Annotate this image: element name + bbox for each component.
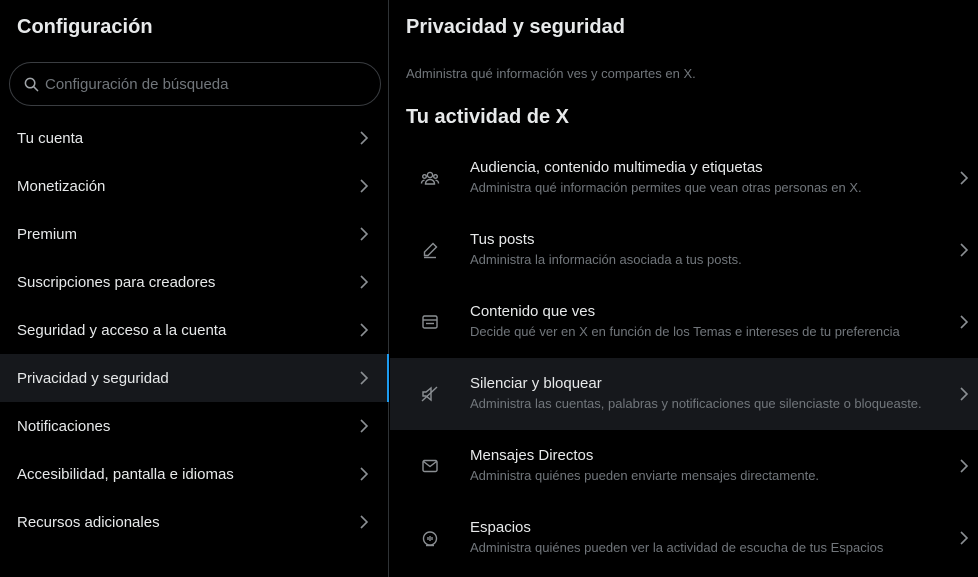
option-mensajes[interactable]: Mensajes Directos Administra quiénes pue… (390, 430, 978, 502)
sidebar-item-label: Premium (17, 225, 78, 243)
sidebar-item-tu-cuenta[interactable]: Tu cuenta (0, 114, 388, 162)
option-silenciar[interactable]: Silenciar y bloquear Administra las cuen… (390, 358, 978, 430)
mute-icon (421, 386, 438, 402)
chevron-right-icon (960, 171, 969, 185)
spaces-icon (422, 531, 438, 547)
sidebar-item-notificaciones[interactable]: Notificaciones (0, 402, 388, 450)
chevron-right-icon (360, 515, 369, 529)
settings-title: Configuración (17, 16, 153, 38)
sidebar-item-privacidad[interactable]: Privacidad y seguridad (0, 354, 389, 402)
sidebar-item-label: Seguridad y acceso a la cuenta (17, 321, 227, 339)
content-card-icon (422, 315, 438, 329)
option-espacios[interactable]: Espacios Administra quiénes pueden ver l… (390, 502, 978, 574)
sidebar-item-label: Monetización (17, 177, 106, 195)
people-icon (420, 171, 440, 185)
option-tus-posts[interactable]: Tus posts Administra la información asoc… (390, 214, 978, 286)
chevron-right-icon (960, 243, 969, 257)
chevron-right-icon (960, 531, 969, 545)
sidebar-item-label: Notificaciones (17, 417, 111, 435)
sidebar-item-accesibilidad[interactable]: Accesibilidad, pantalla e idiomas (0, 450, 388, 498)
sidebar-item-label: Suscripciones para creadores (17, 273, 216, 291)
sidebar-item-seguridad[interactable]: Seguridad y acceso a la cuenta (0, 306, 388, 354)
search-input[interactable]: Configuración de búsqueda (9, 62, 381, 106)
chevron-right-icon (360, 275, 369, 289)
sidebar-item-label: Tu cuenta (17, 129, 84, 147)
option-title: Silenciar y bloquear (470, 375, 602, 392)
chevron-right-icon (360, 467, 369, 481)
chevron-right-icon (960, 315, 969, 329)
chevron-right-icon (360, 179, 369, 193)
sidebar-item-label: Recursos adicionales (17, 513, 160, 531)
chevron-right-icon (360, 131, 369, 145)
option-subtitle: Decide qué ver en X en función de los Te… (470, 324, 900, 339)
sidebar-item-label: Privacidad y seguridad (17, 369, 169, 387)
chevron-right-icon (360, 227, 369, 241)
option-audiencia[interactable]: Audiencia, contenido multimedia y etique… (390, 142, 978, 214)
chevron-right-icon (960, 387, 969, 401)
sidebar-item-monetizacion[interactable]: Monetización (0, 162, 388, 210)
option-title: Contenido que ves (470, 303, 596, 320)
page-title: Privacidad y seguridad (406, 16, 625, 38)
page-description: Administra qué información ves y compart… (406, 66, 696, 81)
option-title: Espacios (470, 519, 531, 536)
section-title: Tu actividad de X (406, 106, 569, 128)
envelope-icon (422, 459, 438, 473)
sidebar-item-recursos[interactable]: Recursos adicionales (0, 498, 388, 546)
chevron-right-icon (360, 323, 369, 337)
search-placeholder: Configuración de búsqueda (45, 75, 229, 93)
option-subtitle: Administra las cuentas, palabras y notif… (470, 396, 922, 411)
option-subtitle: Administra la información asociada a tus… (470, 252, 742, 267)
option-title: Mensajes Directos (470, 447, 594, 464)
sidebar-item-suscripciones[interactable]: Suscripciones para creadores (0, 258, 388, 306)
sidebar-item-label: Accesibilidad, pantalla e idiomas (17, 465, 234, 483)
settings-sidebar: Configuración Configuración de búsqueda … (0, 0, 389, 577)
pencil-icon (423, 242, 438, 259)
search-icon (24, 77, 39, 91)
option-title: Audiencia, contenido multimedia y etique… (470, 159, 763, 176)
chevron-right-icon (360, 419, 369, 433)
sidebar-item-premium[interactable]: Premium (0, 210, 388, 258)
privacy-panel: Privacidad y seguridad Administra qué in… (390, 0, 978, 577)
chevron-right-icon (960, 459, 969, 473)
option-title: Tus posts (470, 231, 535, 248)
option-subtitle: Administra quiénes pueden enviarte mensa… (470, 468, 820, 483)
chevron-right-icon (360, 371, 369, 385)
option-subtitle: Administra quiénes pueden ver la activid… (470, 540, 884, 555)
option-subtitle: Administra qué información permites que … (470, 180, 862, 195)
option-contenido[interactable]: Contenido que ves Decide qué ver en X en… (390, 286, 978, 358)
